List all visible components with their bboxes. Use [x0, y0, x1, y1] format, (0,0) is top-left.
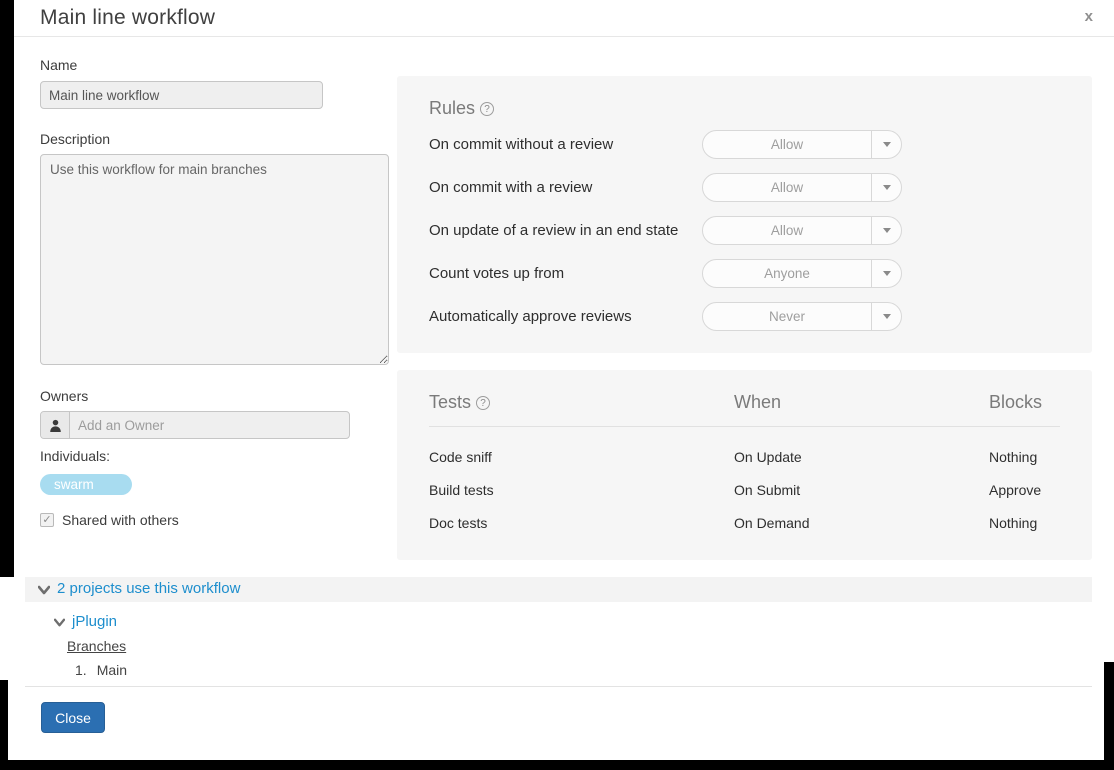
close-icon[interactable]: x: [1085, 7, 1093, 27]
test-when: On Update: [734, 449, 802, 465]
chevron-down-icon[interactable]: [38, 585, 50, 597]
chevron-down-icon[interactable]: [871, 303, 901, 330]
screen-edge-left-bottom: [0, 680, 8, 770]
dialog-header: Main line workflow x: [14, 0, 1114, 37]
branch-list-item: 1. Main: [75, 662, 127, 678]
owners-field: [40, 411, 350, 439]
chevron-down-icon[interactable]: [871, 131, 901, 158]
chevron-down-icon[interactable]: [871, 174, 901, 201]
rule-row: Count votes up from Anyone: [429, 259, 1062, 289]
tests-heading: Tests?: [429, 392, 490, 412]
rule-dropdown-update-end-state[interactable]: Allow: [702, 216, 902, 245]
tests-header-row: Tests? When Blocks: [429, 392, 1060, 416]
rule-label: On commit without a review: [429, 136, 613, 153]
dropdown-value: Allow: [703, 131, 871, 158]
dialog-title: Main line workflow: [40, 6, 215, 30]
workflow-dialog: Main line workflow x Name Description Us…: [0, 0, 1114, 770]
test-row: Code sniff On Update Nothing: [429, 449, 1060, 469]
close-button[interactable]: Close: [41, 702, 105, 733]
rule-dropdown-count-votes[interactable]: Anyone: [702, 259, 902, 288]
dropdown-value: Allow: [703, 174, 871, 201]
test-when: On Demand: [734, 515, 809, 531]
tests-heading-text: Tests: [429, 392, 471, 412]
rule-row: Automatically approve reviews Never: [429, 302, 1062, 332]
person-icon: [41, 412, 70, 438]
test-when: On Submit: [734, 482, 800, 498]
projects-summary-link[interactable]: 2 projects use this workflow: [57, 580, 240, 597]
chevron-down-icon[interactable]: [871, 217, 901, 244]
rule-dropdown-auto-approve[interactable]: Never: [702, 302, 902, 331]
rules-heading-text: Rules: [429, 98, 475, 118]
rule-row: On update of a review in an end state Al…: [429, 216, 1062, 246]
tests-panel: Tests? When Blocks Code sniff On Update …: [397, 370, 1092, 560]
rules-heading: Rules?: [429, 98, 494, 119]
shared-checkbox-label: Shared with others: [62, 512, 179, 528]
individuals-label: Individuals:: [40, 448, 110, 464]
test-blocks: Nothing: [989, 515, 1037, 531]
rule-dropdown-commit-without-review[interactable]: Allow: [702, 130, 902, 159]
test-name: Build tests: [429, 482, 494, 498]
test-row: Doc tests On Demand Nothing: [429, 515, 1060, 535]
projects-section: 2 projects use this workflow jPlugin Bra…: [25, 577, 1092, 687]
description-input[interactable]: Use this workflow for main branches: [40, 154, 389, 365]
help-icon[interactable]: ?: [476, 396, 490, 410]
help-icon[interactable]: ?: [480, 102, 494, 116]
shared-checkbox[interactable]: ✓: [40, 513, 54, 527]
dropdown-value: Anyone: [703, 260, 871, 287]
when-column-header: When: [734, 392, 781, 413]
branch-name: Main: [97, 662, 127, 678]
owners-label: Owners: [40, 388, 88, 404]
rule-label: On commit with a review: [429, 179, 592, 196]
rule-label: Automatically approve reviews: [429, 308, 632, 325]
shared-with-others-row: ✓ Shared with others: [40, 512, 179, 528]
dropdown-value: Allow: [703, 217, 871, 244]
screen-edge-left: [0, 0, 14, 577]
dropdown-value: Never: [703, 303, 871, 330]
screen-edge-right-bottom: [1104, 662, 1114, 770]
test-row: Build tests On Submit Approve: [429, 482, 1060, 502]
rule-dropdown-commit-with-review[interactable]: Allow: [702, 173, 902, 202]
branch-number: 1.: [75, 662, 87, 678]
rule-label: Count votes up from: [429, 265, 564, 282]
project-link-jplugin[interactable]: jPlugin: [72, 613, 117, 630]
rule-row: On commit without a review Allow: [429, 130, 1062, 160]
description-label: Description: [40, 131, 110, 147]
rule-label: On update of a review in an end state: [429, 222, 678, 239]
test-blocks: Approve: [989, 482, 1041, 498]
chevron-down-icon[interactable]: [871, 260, 901, 287]
test-name: Code sniff: [429, 449, 492, 465]
test-name: Doc tests: [429, 515, 487, 531]
chevron-down-icon[interactable]: [54, 618, 66, 630]
screen-edge-bottom: [0, 760, 1114, 770]
rules-panel: Rules? On commit without a review Allow …: [397, 76, 1092, 353]
projects-expander-header[interactable]: 2 projects use this workflow: [25, 577, 1092, 602]
test-blocks: Nothing: [989, 449, 1037, 465]
rule-row: On commit with a review Allow: [429, 173, 1062, 203]
name-input[interactable]: [40, 81, 323, 109]
tests-header-divider: [429, 426, 1060, 427]
branches-link[interactable]: Branches: [67, 638, 126, 654]
name-label: Name: [40, 57, 77, 73]
owner-badge-swarm[interactable]: swarm: [40, 474, 132, 495]
add-owner-input[interactable]: [70, 412, 349, 438]
blocks-column-header: Blocks: [989, 392, 1042, 413]
